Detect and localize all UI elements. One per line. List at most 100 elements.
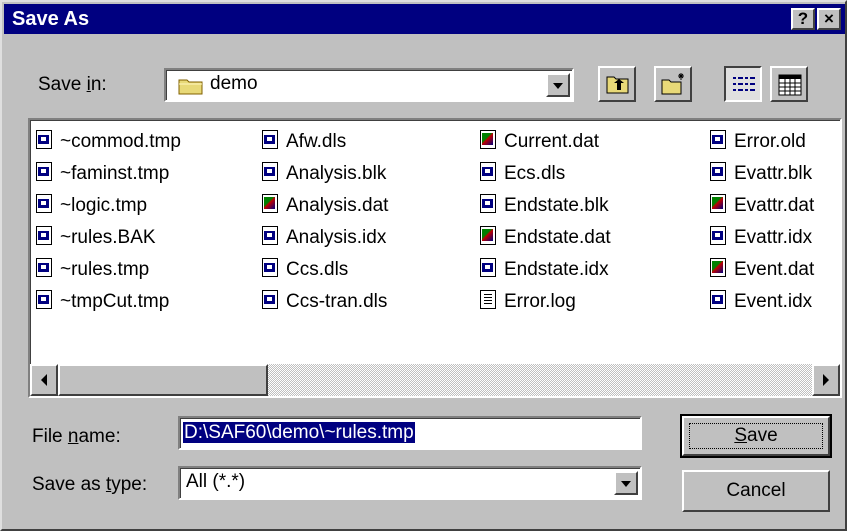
file-list-item[interactable]: Endstate.dat: [480, 224, 611, 252]
title-bar[interactable]: Save As ? ×: [4, 4, 845, 34]
close-icon: ×: [824, 9, 834, 28]
file-name-text: Analysis.dat: [286, 195, 389, 216]
help-button[interactable]: ?: [791, 8, 815, 30]
file-name-text: ~logic.tmp: [60, 195, 148, 216]
close-button[interactable]: ×: [817, 8, 841, 30]
file-list-item[interactable]: Evattr.blk: [710, 160, 812, 188]
data-file-icon: [480, 225, 498, 246]
file-name-text: Analysis.blk: [286, 163, 387, 184]
file-name-text: Endstate.idx: [504, 259, 609, 280]
file-name-text: ~rules.tmp: [60, 259, 150, 280]
save-as-type-dropdown[interactable]: All (*.*): [178, 466, 642, 500]
save-as-type-dropdown-arrow[interactable]: [614, 471, 638, 495]
file-list-item[interactable]: Ccs.dls: [262, 256, 348, 284]
file-list-item[interactable]: Analysis.dat: [262, 192, 388, 220]
file-list-item[interactable]: Evattr.dat: [710, 192, 814, 220]
generic-file-icon: [480, 193, 498, 214]
generic-file-icon: [36, 225, 54, 246]
help-icon: ?: [797, 9, 809, 28]
generic-file-icon: [36, 161, 54, 182]
file-list-item[interactable]: Afw.dls: [262, 128, 346, 156]
file-list-item[interactable]: ~tmpCut.tmp: [36, 288, 169, 316]
horizontal-scrollbar[interactable]: [30, 364, 840, 396]
file-list-item[interactable]: ~faminst.tmp: [36, 160, 169, 188]
generic-file-icon: [262, 129, 280, 150]
folder-icon: [178, 77, 204, 95]
generic-file-icon: [262, 225, 280, 246]
file-name-text: Event.idx: [734, 291, 813, 312]
file-list-item[interactable]: Evattr.idx: [710, 224, 812, 252]
file-list-item[interactable]: Endstate.blk: [480, 192, 609, 220]
generic-file-icon: [262, 161, 280, 182]
file-name-text: Ccs-tran.dls: [286, 291, 388, 312]
file-name-value: D:\SAF60\demo\~rules.tmp: [183, 422, 415, 443]
generic-file-icon: [480, 257, 498, 278]
generic-file-icon: [710, 225, 728, 246]
file-list-item[interactable]: Endstate.idx: [480, 256, 609, 284]
file-name-text: Evattr.dat: [734, 195, 815, 216]
focus-rectangle: [689, 423, 823, 449]
file-list[interactable]: ~commod.tmp ~faminst.tmp ~logic.tmp ~rules.…: [28, 118, 842, 398]
file-list-item[interactable]: ~rules.BAK: [36, 224, 156, 252]
generic-file-icon: [480, 161, 498, 182]
file-list-item[interactable]: Ecs.dls: [480, 160, 565, 188]
generic-file-icon: [36, 129, 54, 150]
file-list-item[interactable]: Error.log: [480, 288, 576, 316]
generic-file-icon: [710, 161, 728, 182]
save-as-dialog: Save As ? × Save in: demo ~commod.tmp ~f…: [0, 0, 847, 531]
file-list-item[interactable]: Error.old: [710, 128, 806, 156]
data-file-icon: [262, 193, 280, 214]
details-view-button[interactable]: [770, 66, 808, 102]
scroll-right-icon: [823, 374, 829, 386]
data-file-icon: [480, 129, 498, 150]
data-file-icon: [710, 193, 728, 214]
file-list-item[interactable]: Analysis.blk: [262, 160, 386, 188]
file-name-text: ~commod.tmp: [60, 131, 181, 152]
file-name-text: Ecs.dls: [504, 163, 566, 184]
file-name-text: Evattr.blk: [734, 163, 813, 184]
file-list-item[interactable]: Event.dat: [710, 256, 814, 284]
file-list-item[interactable]: Current.dat: [480, 128, 599, 156]
file-name-text: Evattr.idx: [734, 227, 813, 248]
file-list-item[interactable]: Event.idx: [710, 288, 812, 316]
generic-file-icon: [710, 129, 728, 150]
details-view-icon: [778, 74, 802, 102]
list-view-button[interactable]: [724, 66, 762, 102]
scroll-thumb[interactable]: [58, 364, 268, 396]
up-folder-icon: [606, 74, 630, 100]
generic-file-icon: [710, 289, 728, 310]
file-name-text: Endstate.blk: [504, 195, 609, 216]
create-new-folder-button[interactable]: [654, 66, 692, 102]
scroll-left-icon: [41, 374, 47, 386]
save-in-dropdown[interactable]: demo: [164, 68, 574, 102]
generic-file-icon: [36, 289, 54, 310]
text-file-icon: [480, 289, 498, 310]
file-list-item[interactable]: ~commod.tmp: [36, 128, 181, 156]
file-name-text: ~tmpCut.tmp: [60, 291, 170, 312]
save-as-type-label: Save as type:: [32, 474, 148, 495]
generic-file-icon: [262, 289, 280, 310]
up-one-level-button[interactable]: [598, 66, 636, 102]
save-button[interactable]: Save: [680, 414, 832, 458]
file-list-item[interactable]: Analysis.idx: [262, 224, 386, 252]
file-name-text: Endstate.dat: [504, 227, 611, 248]
file-name-label: File name:: [32, 426, 121, 447]
list-view-icon: [732, 75, 756, 101]
save-as-type-value: All (*.*): [186, 471, 246, 492]
file-name-input[interactable]: D:\SAF60\demo\~rules.tmp: [178, 416, 642, 450]
file-list-item[interactable]: Ccs-tran.dls: [262, 288, 387, 316]
file-list-item[interactable]: ~rules.tmp: [36, 256, 149, 284]
scroll-left-button[interactable]: [30, 364, 58, 396]
file-list-item[interactable]: ~logic.tmp: [36, 192, 147, 220]
data-file-icon: [710, 257, 728, 278]
file-name-text: Ccs.dls: [286, 259, 349, 280]
file-name-text: Error.log: [504, 291, 576, 312]
scroll-right-button[interactable]: [812, 364, 840, 396]
cancel-button[interactable]: Cancel: [682, 470, 830, 512]
new-folder-icon: [661, 72, 687, 102]
save-in-dropdown-arrow[interactable]: [546, 73, 570, 97]
save-in-label: Save in:: [38, 74, 107, 95]
file-name-text: ~faminst.tmp: [60, 163, 170, 184]
dialog-title: Save As: [12, 8, 90, 30]
generic-file-icon: [36, 257, 54, 278]
